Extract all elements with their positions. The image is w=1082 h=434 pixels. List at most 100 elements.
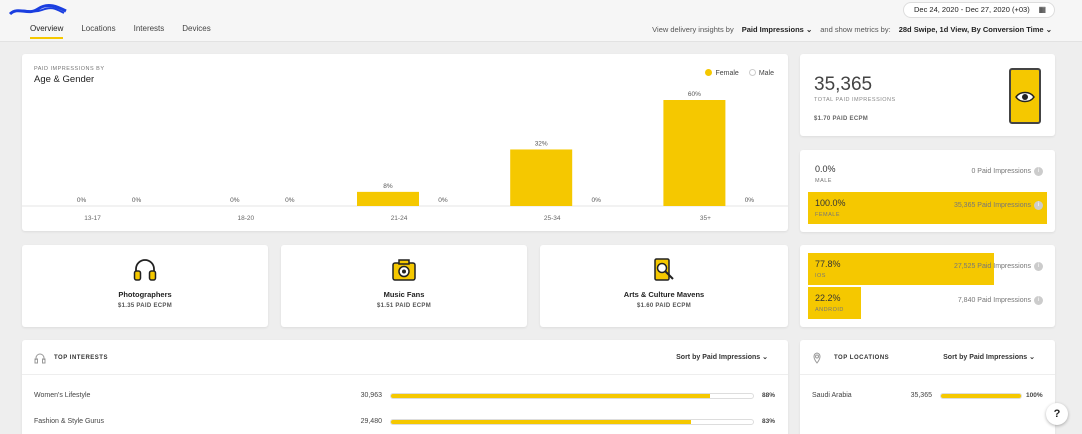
- info-icon[interactable]: i: [1034, 262, 1043, 271]
- headphones-icon: [133, 259, 157, 281]
- metrics-value: 28d Swipe, 1d View, By Conversion Time: [898, 25, 1044, 34]
- interest-label: Fashion & Style Gurus: [34, 418, 105, 425]
- bar-label-female: 32%: [535, 140, 548, 147]
- top-locations-card: TOP LOCATIONS Sort by Paid Impressions ⌄…: [800, 340, 1055, 434]
- top-bar: Overview Locations Interests Devices Dec…: [0, 0, 1082, 42]
- device-row-android[interactable]: 22.2% ANDROID 7,840 Paid Impressions i: [808, 287, 1047, 319]
- bar-label-male: 0%: [132, 197, 142, 204]
- date-range-picker[interactable]: Dec 24, 2020 - Dec 27, 2020 (+03) ▦: [903, 2, 1055, 18]
- interest-bar: [390, 419, 754, 425]
- chevron-down-icon: ⌄: [1029, 354, 1035, 361]
- locations-sort-dropdown[interactable]: Sort by Paid Impressions ⌄: [943, 353, 1035, 361]
- location-pin-icon: [813, 352, 821, 364]
- bar-label-female: 0%: [77, 197, 87, 204]
- interest-value: 29,480: [360, 418, 382, 425]
- interests-title: TOP INTERESTS: [54, 355, 108, 361]
- interest-bar-fill: [391, 420, 692, 424]
- age-gender-chart: 0% 0% 13-17 0% 0% 18-20 8% 0% 21-24 32% 0% 25-34 60%…: [22, 91, 788, 222]
- bar-label-female: 8%: [383, 183, 393, 190]
- calendar-icon: ▦: [1038, 5, 1046, 14]
- delivery-dropdown[interactable]: Paid Impressions ⌄: [742, 25, 813, 34]
- metrics-dropdown[interactable]: 28d Swipe, 1d View, By Conversion Time ⌄: [899, 25, 1052, 34]
- android-fill: [808, 287, 862, 319]
- info-icon[interactable]: i: [1034, 296, 1043, 305]
- total-ecpm: $1.70 PAID ECPM: [814, 116, 869, 122]
- interest-pct: 88%: [762, 392, 776, 399]
- tab-bar: Overview Locations Interests Devices: [30, 24, 211, 39]
- female-count: 35,365 Paid Impressions: [953, 202, 1031, 209]
- bar-female: [663, 100, 726, 206]
- filters: View delivery insights by Paid Impressio…: [652, 25, 1052, 34]
- category-card-music-fans[interactable]: Music Fans $1.51 PAID ECPM: [281, 245, 527, 327]
- x-tick-label: 35+: [700, 215, 711, 222]
- camera-icon: [392, 259, 416, 281]
- info-icon[interactable]: i: [1034, 167, 1043, 176]
- tab-devices[interactable]: Devices: [182, 24, 210, 39]
- category-card-arts-culture[interactable]: Arts & Culture Mavens $1.60 PAID ECPM: [540, 245, 788, 327]
- chevron-down-icon: ⌄: [805, 25, 813, 34]
- tab-interests[interactable]: Interests: [134, 24, 165, 39]
- locations-header: TOP LOCATIONS: [812, 352, 889, 364]
- interest-pct: 83%: [762, 418, 776, 425]
- x-tick-label: 21-24: [391, 215, 408, 222]
- palette-icon: [654, 258, 674, 281]
- top-interests-card: TOP INTERESTS Sort by Paid Impressions ⌄…: [22, 340, 788, 434]
- interest-value: 30,963: [360, 392, 382, 399]
- android-label: ANDROID: [815, 307, 844, 313]
- x-tick-label: 13-17: [84, 215, 101, 222]
- male-pct: 0.0%: [815, 164, 836, 174]
- info-icon[interactable]: i: [1034, 201, 1043, 210]
- phone-icon: [1009, 68, 1041, 124]
- x-tick-label: 18-20: [237, 215, 254, 222]
- bar-label-female: 0%: [230, 197, 240, 204]
- eye-icon: [1015, 91, 1035, 103]
- gender-row-male[interactable]: 0.0% MALE 0 Paid Impressions i: [808, 158, 1047, 190]
- category-ecpm: $1.60 PAID ECPM: [636, 303, 692, 309]
- ios-label: IOS: [815, 273, 826, 279]
- category-name: Arts & Culture Mavens: [623, 290, 705, 299]
- gender-row-female[interactable]: 100.0% FEMALE 35,365 Paid Impressions i: [808, 192, 1047, 224]
- tab-overview[interactable]: Overview: [30, 24, 64, 39]
- total-impressions-label: TOTAL PAID IMPRESSIONS: [814, 97, 896, 103]
- gender-card: 0.0% MALE 0 Paid Impressions i 100.0% FE…: [800, 150, 1055, 232]
- total-impressions-card: 35,365 TOTAL PAID IMPRESSIONS $1.70 PAID…: [800, 54, 1055, 136]
- locations-title: TOP LOCATIONS: [834, 355, 890, 361]
- divider: [800, 374, 1055, 375]
- bar-female: [357, 191, 419, 206]
- locations-sort-label: Sort by Paid Impressions: [943, 354, 1028, 361]
- delivery-value: Paid Impressions: [741, 25, 804, 34]
- female-label: FEMALE: [815, 212, 841, 218]
- chevron-down-icon: ⌄: [762, 354, 768, 361]
- category-card-photographers[interactable]: Photographers $1.35 PAID ECPM: [22, 245, 268, 327]
- interests-sort-dropdown[interactable]: Sort by Paid Impressions ⌄: [676, 353, 768, 361]
- age-gender-card: PAID IMPRESSIONS BY Age & Gender Female …: [22, 54, 788, 231]
- location-value: 35,365: [910, 392, 932, 399]
- redacted-logo: [8, 4, 67, 16]
- date-range-text: Dec 24, 2020 - Dec 27, 2020 (+03): [914, 5, 1030, 14]
- help-button[interactable]: ?: [1046, 403, 1068, 425]
- x-tick-label: 25-34: [544, 215, 561, 222]
- interests-header: TOP INTERESTS: [34, 352, 108, 364]
- device-row-ios[interactable]: 77.8% IOS 27,525 Paid Impressions i: [808, 253, 1047, 285]
- divider: [22, 374, 788, 375]
- location-row[interactable]: Saudi Arabia 35,365 100%: [800, 386, 1055, 406]
- interest-label: Women's Lifestyle: [34, 392, 91, 399]
- interest-row[interactable]: Fashion & Style Gurus 29,480 83%: [22, 412, 788, 432]
- tab-locations[interactable]: Locations: [81, 24, 115, 39]
- interests-sort-label: Sort by Paid Impressions: [676, 354, 761, 361]
- interest-row[interactable]: Women's Lifestyle 30,963 88%: [22, 386, 788, 406]
- delivery-label: View delivery insights by: [652, 25, 734, 34]
- bar-label-male: 0%: [591, 197, 601, 204]
- location-bar: [940, 393, 1022, 399]
- ios-count: 27,525 Paid Impressions: [953, 263, 1031, 270]
- category-ecpm: $1.51 PAID ECPM: [376, 303, 432, 309]
- metrics-label: and show metrics by:: [820, 25, 891, 34]
- device-card: 77.8% IOS 27,525 Paid Impressions i 22.2…: [800, 245, 1055, 327]
- category-name: Music Fans: [383, 290, 425, 299]
- location-bar-fill: [941, 394, 1021, 398]
- male-count: 0 Paid Impressions: [971, 168, 1031, 175]
- ios-pct: 77.8%: [815, 259, 841, 269]
- location-pct: 100%: [1026, 392, 1043, 399]
- bar-label-male: 0%: [285, 197, 295, 204]
- male-label: MALE: [815, 178, 832, 184]
